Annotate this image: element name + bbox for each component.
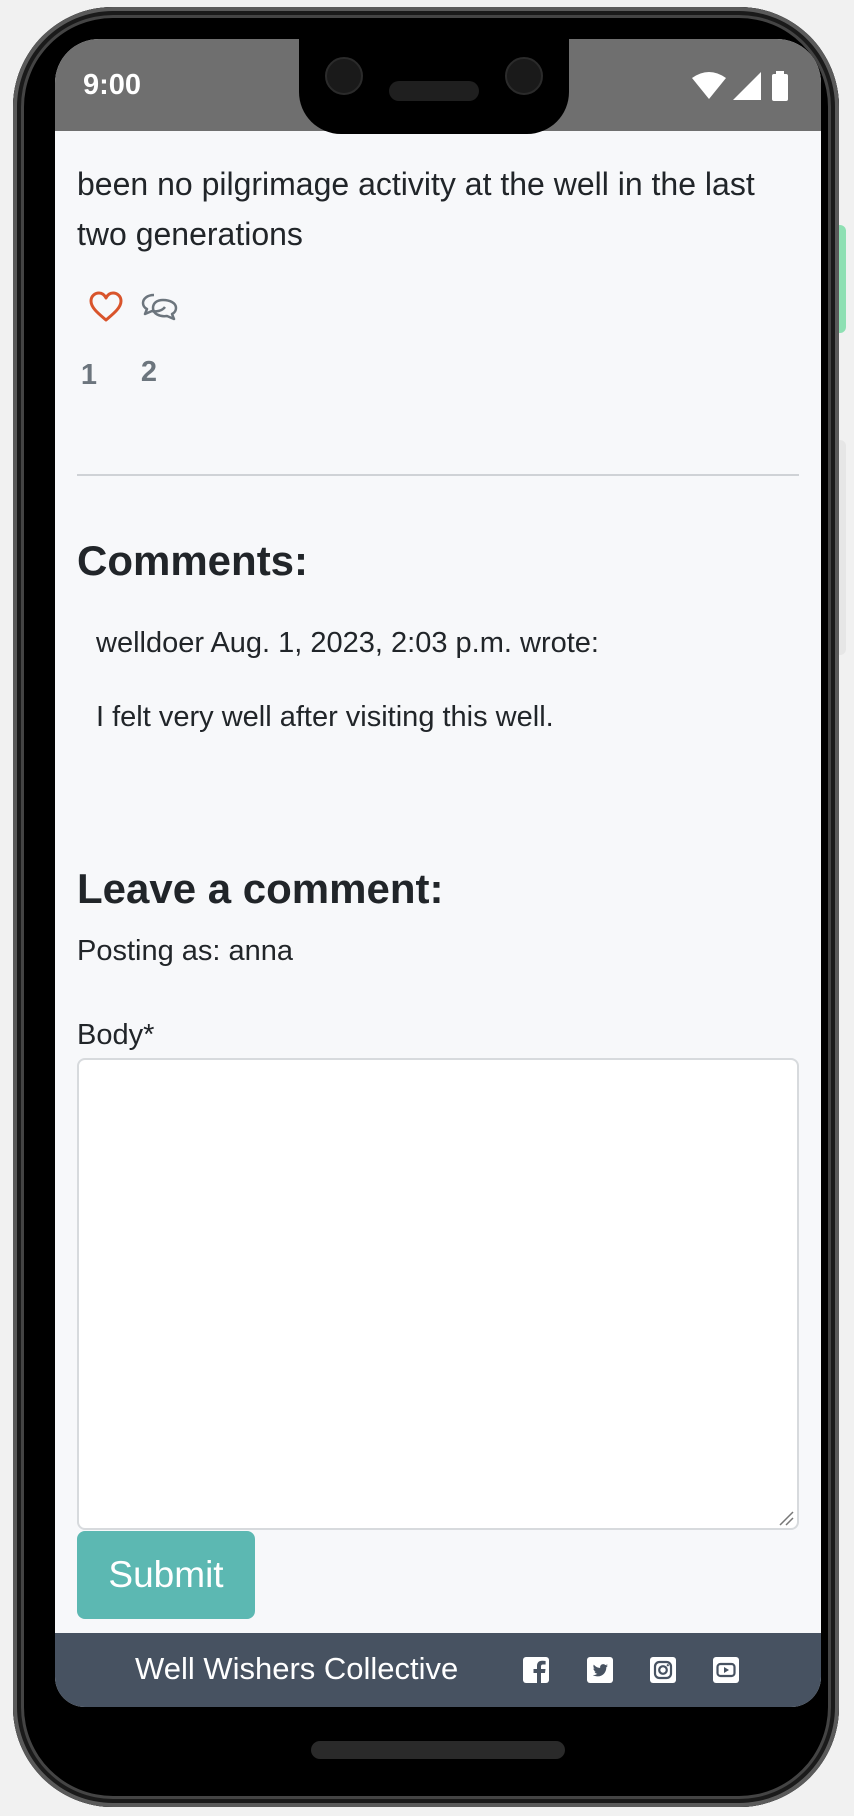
post-text-clipped-line: prayers — [77, 117, 184, 131]
phone-frame: 9:00 prayers been no pilgrimage a — [13, 7, 839, 1807]
comment-body-textarea[interactable] — [77, 1058, 799, 1530]
like-count: 1 — [80, 359, 98, 391]
facebook-icon[interactable] — [522, 1656, 550, 1684]
comments-icon[interactable] — [141, 291, 179, 323]
screen: 9:00 prayers been no pilgrimage a — [55, 39, 821, 1707]
heart-icon[interactable] — [89, 291, 123, 323]
instagram-icon[interactable] — [649, 1656, 677, 1684]
front-sensor — [505, 57, 543, 95]
front-camera — [325, 57, 363, 95]
post-text: been no pilgrimage activity at the well … — [77, 166, 755, 252]
signal-icon — [733, 72, 761, 100]
status-icons — [691, 69, 789, 103]
battery-icon — [772, 71, 788, 101]
youtube-icon[interactable] — [712, 1656, 740, 1684]
twitter-icon[interactable] — [586, 1656, 614, 1684]
submit-button[interactable]: Submit — [77, 1531, 255, 1619]
wifi-icon — [692, 72, 726, 99]
footer: Well Wishers Collective — [55, 1633, 821, 1707]
comments-heading: Comments: — [77, 537, 309, 584]
home-indicator[interactable] — [311, 1741, 565, 1759]
comment-body: I felt very well after visiting this wel… — [96, 701, 554, 733]
footer-title: Well Wishers Collective — [135, 1651, 459, 1686]
status-time: 9:00 — [83, 69, 142, 101]
body-field-label: Body* — [77, 1019, 155, 1051]
comment-count: 2 — [140, 356, 158, 388]
earpiece-speaker — [389, 81, 479, 101]
posting-as-text: Posting as: anna — [77, 935, 294, 967]
resize-handle-icon[interactable] — [778, 1510, 794, 1526]
divider — [77, 474, 799, 476]
camera-notch — [299, 39, 569, 134]
leave-comment-heading: Leave a comment: — [77, 865, 444, 912]
side-tab-gray — [838, 440, 846, 655]
comment-meta: welldoer Aug. 1, 2023, 2:03 p.m. wrote: — [96, 627, 599, 659]
